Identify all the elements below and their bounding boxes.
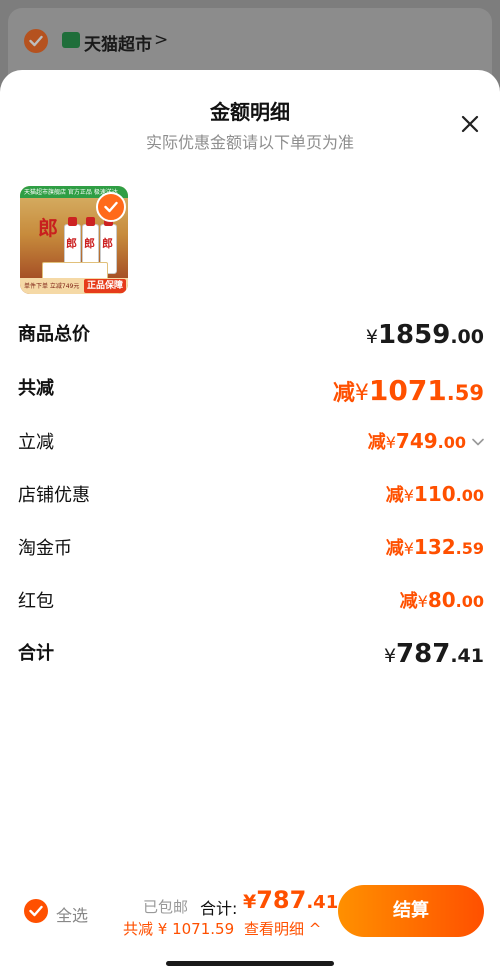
amount-decimal: .41 [450, 645, 484, 667]
amount-integer: 787 [396, 639, 451, 669]
amount-decimal: .00 [455, 486, 484, 505]
row-value: 减¥132.59 [386, 534, 484, 560]
chevron-down-icon[interactable] [472, 438, 484, 446]
bottle-label: 郎 [102, 237, 113, 250]
amount-detail-sheet: 金额明细 实际优惠金额请以下单页为准 天猫超市旗舰店 官方正品 极速送达 郎 郎… [0, 70, 500, 860]
currency-symbol: ¥ [403, 486, 414, 505]
minus-label: 减 [332, 381, 355, 406]
select-all-checkbox[interactable] [24, 899, 48, 923]
row-total-discount: 共减 减¥1071.59 [18, 374, 484, 407]
amount-decimal: .41 [306, 892, 339, 913]
tmall-store-icon [62, 32, 80, 48]
row-instant-discount[interactable]: 立减 减¥749.00 [18, 428, 484, 458]
row-total-price: 商品总价 ¥1859.00 [18, 320, 484, 350]
currency-symbol: ¥ [243, 891, 257, 913]
row-value: 减¥80.00 [400, 587, 484, 613]
product-selected-check-icon [96, 192, 126, 222]
row-label: 店铺优惠 [18, 485, 90, 506]
store-name: 天猫超市 [84, 35, 152, 55]
row-store-discount: 店铺优惠 减¥110.00 [18, 481, 484, 511]
amount-decimal: .59 [455, 539, 484, 558]
row-red-packet: 红包 减¥80.00 [18, 587, 484, 617]
amount-integer: 1859 [377, 320, 451, 350]
total-label: 合计: [200, 899, 238, 918]
sheet-subtitle: 实际优惠金额请以下单页为准 [145, 133, 354, 152]
amount-integer: 1071 [368, 374, 447, 407]
home-indicator[interactable] [166, 961, 334, 966]
minus-label: 减 [367, 432, 386, 453]
sheet-title: 金额明细 [210, 100, 290, 124]
row-grand-total: 合计 ¥787.41 [18, 639, 484, 669]
currency-symbol: ¥ [417, 592, 428, 611]
currency-symbol: ¥ [383, 645, 397, 667]
amount-integer: 132 [413, 535, 456, 559]
amount-integer: 80 [427, 588, 456, 612]
bottle-label: 郎 [84, 237, 95, 250]
store-checkbox [24, 29, 48, 53]
row-label: 合计 [18, 643, 54, 664]
amount-decimal: .59 [446, 381, 484, 405]
genuine-guarantee-badge: 正品保障 [83, 279, 126, 293]
row-value: ¥787.41 [384, 639, 484, 669]
free-shipping-label: 已包邮 [143, 898, 189, 916]
amount-integer: 110 [413, 482, 456, 506]
amount-integer: 749 [395, 429, 438, 453]
cart-page: 天猫超市 > 金额明细 实际优惠金额请以下单页为准 天猫超市旗舰店 官方正品 极… [0, 0, 500, 976]
product-brand-mark: 郎 [38, 216, 58, 240]
row-label: 立减 [18, 432, 54, 453]
product-promo-text: 单件下单 立减749元 [24, 283, 80, 290]
row-label: 共减 [18, 378, 54, 399]
minus-label: 减 [385, 485, 404, 506]
product-promo-bar: 单件下单 立减749元 正品保障 [20, 278, 128, 294]
row-value: 减¥1071.59 [333, 374, 484, 407]
select-all-label[interactable]: 全选 [56, 902, 88, 926]
total-amount: ¥787.41 [243, 886, 338, 914]
row-value: 减¥110.00 [386, 481, 484, 507]
minus-label: 减 [385, 538, 404, 559]
row-taojin-coin: 淘金币 减¥132.59 [18, 534, 484, 564]
bottle-label: 郎 [66, 237, 77, 250]
row-value: 减¥749.00 [368, 428, 484, 454]
close-icon[interactable] [459, 113, 481, 135]
row-label: 商品总价 [18, 324, 90, 345]
amount-decimal: .00 [437, 433, 466, 452]
amount-decimal: .00 [450, 326, 484, 348]
currency-symbol: ¥ [354, 381, 369, 406]
checkout-button[interactable]: 结算 [338, 885, 484, 937]
row-label: 淘金币 [18, 538, 72, 559]
view-details-link[interactable]: 查看明细 ^ [244, 918, 321, 939]
row-label: 红包 [18, 591, 54, 612]
row-value: ¥1859.00 [366, 320, 484, 350]
amount-decimal: .00 [455, 592, 484, 611]
currency-symbol: ¥ [385, 433, 396, 452]
total-saved-text: 共减 ¥ 1071.59 [123, 920, 235, 938]
checkout-bar: 全选 已包邮 合计: ¥787.41 共减 ¥ 1071.59 查看明细 ^ 结… [0, 860, 500, 976]
currency-symbol: ¥ [403, 539, 414, 558]
currency-symbol: ¥ [365, 326, 378, 348]
chevron-right-icon: > [154, 30, 169, 50]
minus-label: 减 [399, 591, 418, 612]
amount-integer: 787 [256, 886, 307, 914]
